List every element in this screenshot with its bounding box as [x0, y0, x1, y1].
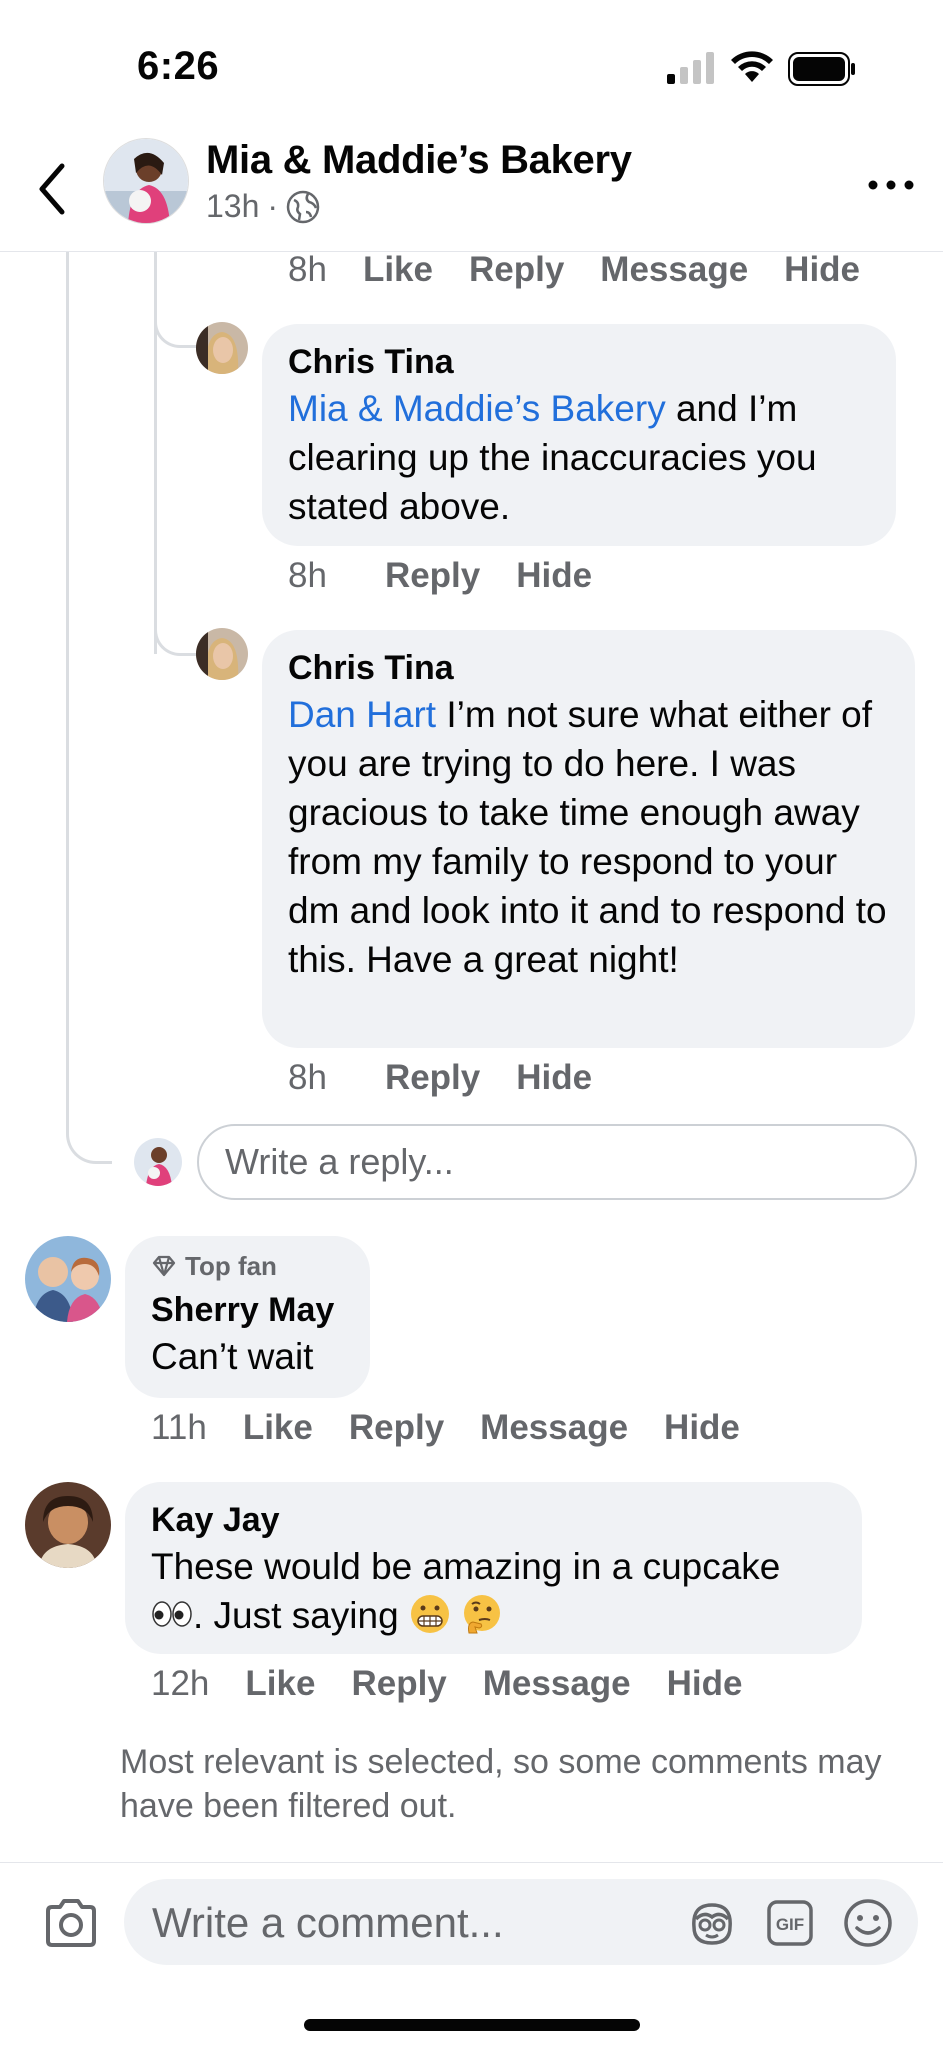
avatar-sticker-icon[interactable]	[686, 1897, 738, 1949]
comment-text: These would be amazing in a cupcake . Ju…	[151, 1542, 836, 1640]
reply-button[interactable]: Reply	[385, 556, 480, 596]
reply-button[interactable]: Reply	[469, 250, 564, 290]
comment-author[interactable]: Chris Tina	[288, 340, 870, 384]
comment-author[interactable]: Sherry May	[151, 1288, 344, 1332]
comment-author[interactable]: Kay Jay	[151, 1498, 836, 1542]
reply-input[interactable]: Write a reply...	[197, 1124, 917, 1200]
comment-time: 12h	[151, 1664, 210, 1703]
reply-button[interactable]: Reply	[349, 1408, 444, 1448]
comment-text: Mia & Maddie’s Bakery and I’m clearing u…	[288, 384, 870, 531]
hide-button[interactable]: Hide	[516, 556, 592, 596]
comment-bubble: Kay Jay These would be amazing in a cupc…	[125, 1482, 862, 1654]
commenter-avatar[interactable]	[196, 322, 248, 374]
reply-input-placeholder: Write a reply...	[225, 1141, 454, 1182]
comment-body-line1: These would be amazing in a cupcake	[151, 1546, 781, 1587]
cellular-signal-icon	[667, 52, 714, 84]
page-name[interactable]: Mia & Maddie’s Bakery	[206, 138, 632, 183]
home-indicator	[304, 2019, 640, 2031]
commenter-avatar[interactable]	[196, 628, 248, 680]
comment-actions: 11h Like Reply Message Hide	[151, 1408, 776, 1448]
hide-button[interactable]: Hide	[667, 1664, 743, 1704]
post-age: 13h	[206, 188, 260, 224]
comment-composer: Write a comment... GIF	[0, 1862, 943, 2048]
comment-actions: 12h Like Reply Message Hide	[151, 1664, 779, 1704]
message-button[interactable]: Message	[483, 1664, 631, 1704]
emoji-icon[interactable]	[842, 1897, 894, 1949]
like-button[interactable]: Like	[363, 250, 433, 290]
comment-actions: 8h Reply Hide	[288, 1058, 628, 1098]
page-avatar[interactable]	[103, 138, 189, 224]
comment-author[interactable]: Chris Tina	[288, 646, 889, 690]
comment-bubble: Chris Tina Mia & Maddie’s Bakery and I’m…	[262, 324, 896, 546]
diamond-icon	[152, 1255, 176, 1277]
comment-body: I’m not sure what either of you are tryi…	[288, 694, 887, 980]
hide-button[interactable]: Hide	[664, 1408, 740, 1448]
back-arrow-icon[interactable]	[34, 160, 70, 218]
comment-time: 8h	[288, 556, 327, 595]
gif-icon[interactable]: GIF	[766, 1899, 814, 1947]
top-fan-label: Top fan	[185, 1251, 277, 1281]
message-button[interactable]: Message	[600, 250, 748, 290]
commenter-avatar[interactable]	[25, 1482, 111, 1568]
comment-input-placeholder: Write a comment...	[152, 1899, 504, 1946]
mention-link[interactable]: Dan Hart	[288, 694, 436, 735]
status-time: 6:26	[137, 44, 220, 88]
comment-text: Can’t wait	[151, 1336, 314, 1377]
like-button[interactable]: Like	[245, 1664, 315, 1704]
user-avatar	[134, 1138, 182, 1186]
comment-body-line2: . Just saying	[193, 1595, 399, 1636]
commenter-avatar[interactable]	[25, 1236, 111, 1322]
comment-time: 8h	[288, 250, 327, 289]
comment-bubble: Chris Tina Dan Hart I’m not sure what ei…	[262, 630, 915, 1048]
camera-icon[interactable]	[44, 1897, 98, 1949]
comment-time: 8h	[288, 1058, 327, 1097]
more-options-icon[interactable]	[866, 170, 916, 200]
thread-connector-curve	[154, 252, 196, 348]
svg-text:GIF: GIF	[776, 1915, 804, 1934]
grimacing-face-emoji-icon	[410, 1595, 449, 1633]
globe-icon	[286, 190, 320, 223]
reply-button[interactable]: Reply	[385, 1058, 480, 1098]
battery-icon	[788, 52, 855, 86]
message-button[interactable]: Message	[480, 1408, 628, 1448]
comment-text: Dan Hart I’m not sure what either of you…	[288, 690, 889, 984]
post-meta: 13h ·	[206, 188, 320, 225]
meta-separator: ·	[267, 188, 279, 224]
status-bar: 6:26	[0, 0, 943, 130]
filter-notice: Most relevant is selected, so some comme…	[120, 1743, 882, 1825]
comment-time: 11h	[151, 1408, 207, 1447]
like-button[interactable]: Like	[243, 1408, 313, 1448]
top-fan-badge: Top fan	[151, 1250, 344, 1282]
thinking-face-emoji-icon	[464, 1595, 501, 1634]
hide-button[interactable]: Hide	[516, 1058, 592, 1098]
wifi-icon	[731, 51, 773, 82]
comment-actions: 8h Reply Hide	[288, 556, 628, 596]
mention-link[interactable]: Mia & Maddie’s Bakery	[288, 388, 666, 429]
thread-connector-curve	[154, 560, 196, 656]
comment-bubble: Top fan Sherry May Can’t wait	[125, 1236, 370, 1398]
post-header: Mia & Maddie’s Bakery 13h ·	[0, 130, 943, 252]
eyes-emoji-icon	[152, 1601, 192, 1627]
thread-connector-line	[66, 252, 112, 1164]
reply-button[interactable]: Reply	[351, 1664, 446, 1704]
comment-actions: 8h Like Reply Message Hide	[288, 250, 896, 290]
comment-input[interactable]: Write a comment... GIF	[124, 1879, 918, 1965]
hide-button[interactable]: Hide	[784, 250, 860, 290]
